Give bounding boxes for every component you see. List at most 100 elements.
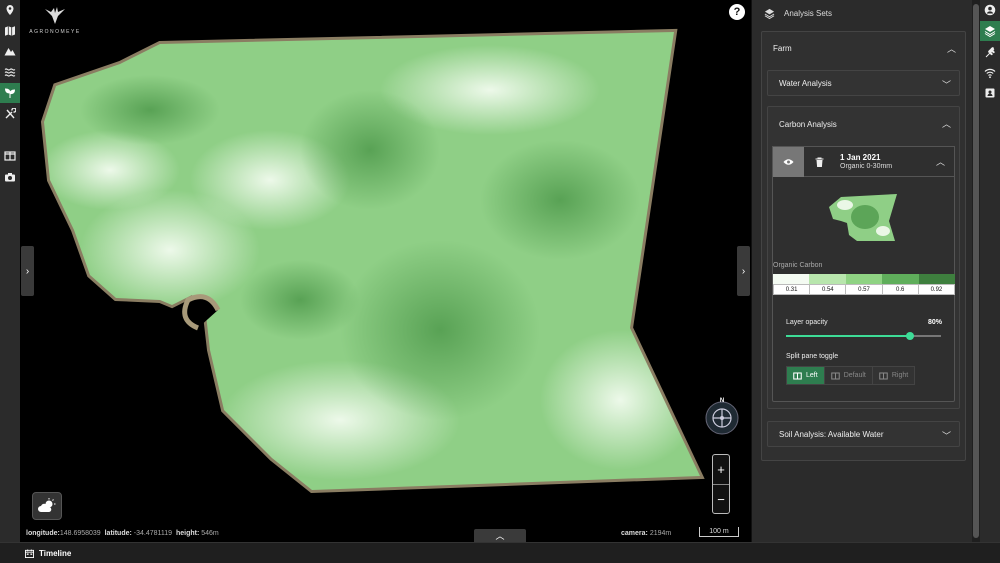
camera-height: camera: 2194m	[621, 530, 671, 537]
split-view-icon	[879, 371, 888, 380]
camera-icon	[5, 173, 15, 182]
longitude-value: 148.6958039	[59, 530, 101, 537]
water-button[interactable]	[0, 62, 20, 82]
split-right-label: Right	[891, 372, 909, 379]
eye-icon	[783, 159, 794, 165]
carbon-layer-header: 1 Jan 2021 Organic 0-30mm ︿	[772, 146, 955, 177]
zoom-in-button[interactable]: +	[713, 455, 729, 484]
screenshot-button[interactable]	[0, 167, 20, 187]
timeline-bar[interactable]: Timeline	[0, 542, 1000, 563]
crop-analysis-button[interactable]	[0, 83, 20, 103]
chevron-up-icon[interactable]: ︿	[936, 155, 945, 168]
sensors-button[interactable]	[980, 63, 1000, 83]
legend-swatch	[882, 274, 919, 284]
user-marker-button[interactable]	[0, 0, 20, 20]
tools-icon	[5, 108, 16, 119]
wheat-icon	[985, 47, 995, 58]
opacity-value: 80%	[928, 319, 943, 326]
terrain-button[interactable]	[0, 41, 20, 61]
panel-title: Analysis Sets	[784, 8, 833, 18]
right-panel-collapse-handle[interactable]: ›	[737, 246, 750, 296]
zoom-out-button[interactable]: −	[713, 485, 729, 514]
user-marker-icon	[6, 5, 14, 15]
logo-text: AGRONOMEYE	[29, 29, 81, 35]
zoom-control: + −	[712, 454, 730, 514]
timeline-expand-handle[interactable]: ︿	[474, 529, 526, 542]
delete-layer-button[interactable]	[804, 147, 835, 177]
carbon-analysis-title[interactable]: Carbon Analysis	[779, 120, 837, 129]
right-toolbar	[980, 0, 1000, 542]
split-default-button[interactable]: Default	[823, 367, 872, 384]
opacity-slider-fill	[786, 335, 910, 337]
split-right-button[interactable]: Right	[871, 367, 915, 384]
sprout-icon	[4, 88, 16, 98]
legend-value: 0.6	[881, 285, 918, 294]
contacts-button[interactable]	[980, 83, 1000, 103]
legend-values: 0.31 0.54 0.57 0.6 0.92	[773, 284, 955, 295]
help-button[interactable]: ?	[729, 4, 745, 20]
field-imagery	[40, 28, 705, 494]
field-thumbnail	[829, 194, 897, 241]
map-viewport[interactable]: AGRONOMEYE ? › › N + − longitude:148.695…	[20, 0, 751, 542]
legend-swatch	[918, 274, 956, 284]
legend-swatch	[809, 274, 846, 284]
account-icon	[984, 4, 996, 16]
mountain-icon	[4, 48, 16, 56]
legend-title: Organic Carbon	[773, 262, 823, 269]
split-pane-toggle: Left Default Right	[786, 366, 916, 385]
eagle-logo-icon	[45, 7, 65, 24]
longitude-label: longitude:	[26, 530, 60, 537]
layers-icon	[984, 26, 996, 37]
trash-icon	[815, 157, 824, 167]
split-left-label: Left	[806, 372, 818, 379]
split-view-icon	[793, 371, 802, 380]
panel-scrollbar-thumb[interactable]	[973, 4, 979, 538]
chevron-down-icon[interactable]: ﹀	[942, 78, 951, 91]
split-view-icon	[830, 371, 840, 380]
latitude-value: -34.4781119	[133, 530, 173, 537]
map-button[interactable]	[0, 21, 20, 41]
legend-swatch	[845, 274, 883, 284]
opacity-slider-thumb[interactable]	[906, 332, 914, 340]
compass-widget[interactable]: N	[703, 397, 741, 435]
water-waves-icon	[4, 68, 16, 77]
cursor-coordinates: longitude:148.6958039 latitude: -34.4781…	[26, 530, 219, 537]
split-default-label: Default	[843, 372, 866, 379]
map-icon	[5, 26, 15, 36]
compass-north-label: N	[720, 398, 724, 404]
chevron-up-icon[interactable]: ︿	[947, 42, 956, 55]
split-view-button[interactable]	[0, 146, 20, 166]
height-value: 546m	[201, 530, 219, 537]
crops-button[interactable]	[980, 42, 1000, 62]
layer-date: 1 Jan 2021	[840, 153, 881, 162]
legend-color-bar	[773, 274, 956, 284]
farm-title[interactable]: Farm	[773, 44, 792, 53]
latitude-label: latitude:	[104, 530, 132, 537]
soil-analysis-title[interactable]: Soil Analysis: Available Water	[779, 430, 884, 439]
opacity-slider[interactable]	[786, 332, 941, 340]
account-button[interactable]	[980, 0, 1000, 20]
left-toolbar	[0, 0, 20, 542]
water-analysis-title[interactable]: Water Analysis	[779, 79, 832, 88]
chevron-down-icon[interactable]: ﹀	[942, 429, 951, 442]
timeline-label[interactable]: Timeline	[39, 549, 71, 558]
split-pane-label: Split pane toggle	[786, 353, 839, 360]
chevron-right-icon: ›	[25, 265, 30, 277]
left-panel-expand-handle[interactable]: ›	[21, 246, 34, 296]
layers-button[interactable]	[980, 21, 1000, 41]
toggle-visibility-button[interactable]	[773, 147, 804, 177]
tools-button[interactable]	[0, 104, 20, 124]
height-label: height:	[175, 530, 200, 537]
legend-value: 0.31	[785, 287, 798, 293]
scale-bar: 100 m	[699, 527, 739, 537]
chevron-up-icon: ︿	[495, 531, 505, 541]
logo: AGRONOMEYE	[28, 6, 82, 35]
legend-value: 0.92	[917, 285, 954, 294]
weather-button[interactable]	[32, 492, 62, 520]
weather-cloud-sun-icon	[38, 498, 56, 512]
contacts-book-icon	[985, 88, 995, 98]
split-view-icon	[4, 151, 16, 161]
calendar-icon	[25, 548, 34, 558]
chevron-up-icon[interactable]: ︿	[942, 117, 951, 130]
split-left-button[interactable]: Left	[787, 367, 824, 384]
